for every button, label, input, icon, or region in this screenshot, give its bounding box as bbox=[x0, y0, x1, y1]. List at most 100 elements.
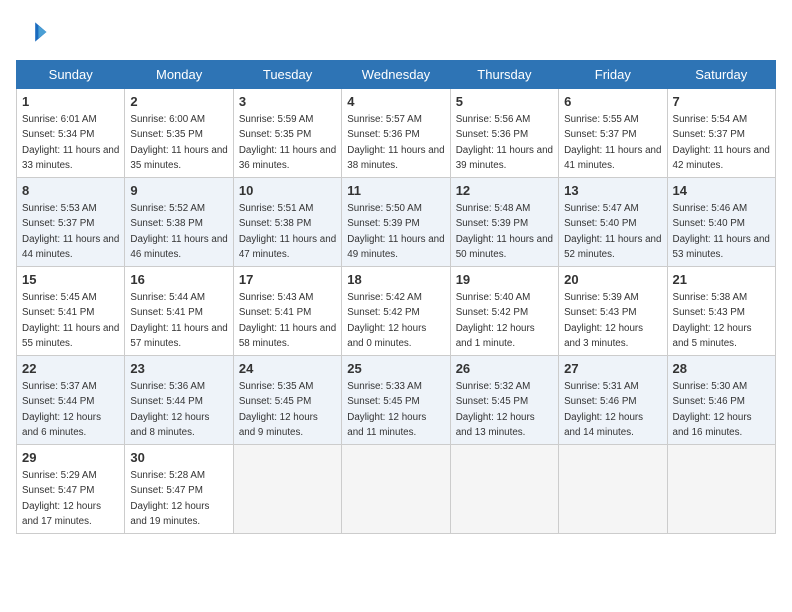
day-info: Sunrise: 5:39 AMSunset: 5:43 PMDaylight:… bbox=[564, 292, 643, 349]
header-sunday: Sunday bbox=[17, 61, 125, 89]
page-header bbox=[16, 16, 776, 48]
header-tuesday: Tuesday bbox=[233, 61, 341, 89]
day-info: Sunrise: 5:38 AMSunset: 5:43 PMDaylight:… bbox=[673, 292, 752, 349]
header-thursday: Thursday bbox=[450, 61, 558, 89]
calendar-day: 12 Sunrise: 5:48 AMSunset: 5:39 PMDayligh… bbox=[450, 178, 558, 267]
day-info: Sunrise: 5:29 AMSunset: 5:47 PMDaylight:… bbox=[22, 470, 101, 527]
day-number: 11 bbox=[347, 182, 444, 200]
day-number: 2 bbox=[130, 93, 227, 111]
calendar-day: 11 Sunrise: 5:50 AMSunset: 5:39 PMDayligh… bbox=[342, 178, 450, 267]
day-number: 10 bbox=[239, 182, 336, 200]
day-info: Sunrise: 5:44 AMSunset: 5:41 PMDaylight:… bbox=[130, 292, 227, 349]
day-info: Sunrise: 5:57 AMSunset: 5:36 PMDaylight:… bbox=[347, 114, 444, 171]
logo-icon bbox=[16, 16, 48, 48]
calendar-day: 9 Sunrise: 5:52 AMSunset: 5:38 PMDaylight… bbox=[125, 178, 233, 267]
day-number: 5 bbox=[456, 93, 553, 111]
header-monday: Monday bbox=[125, 61, 233, 89]
calendar-day bbox=[559, 445, 667, 534]
day-info: Sunrise: 5:47 AMSunset: 5:40 PMDaylight:… bbox=[564, 203, 661, 260]
calendar-day: 3 Sunrise: 5:59 AMSunset: 5:35 PMDaylight… bbox=[233, 89, 341, 178]
day-number: 27 bbox=[564, 360, 661, 378]
calendar-day: 16 Sunrise: 5:44 AMSunset: 5:41 PMDayligh… bbox=[125, 267, 233, 356]
day-info: Sunrise: 5:48 AMSunset: 5:39 PMDaylight:… bbox=[456, 203, 553, 260]
day-info: Sunrise: 5:54 AMSunset: 5:37 PMDaylight:… bbox=[673, 114, 770, 171]
calendar-week-row: 29 Sunrise: 5:29 AMSunset: 5:47 PMDayligh… bbox=[17, 445, 776, 534]
calendar-table: SundayMondayTuesdayWednesdayThursdayFrid… bbox=[16, 60, 776, 534]
day-info: Sunrise: 5:46 AMSunset: 5:40 PMDaylight:… bbox=[673, 203, 770, 260]
day-number: 7 bbox=[673, 93, 770, 111]
day-number: 30 bbox=[130, 449, 227, 467]
day-info: Sunrise: 5:45 AMSunset: 5:41 PMDaylight:… bbox=[22, 292, 119, 349]
header-friday: Friday bbox=[559, 61, 667, 89]
day-info: Sunrise: 5:52 AMSunset: 5:38 PMDaylight:… bbox=[130, 203, 227, 260]
day-info: Sunrise: 6:01 AMSunset: 5:34 PMDaylight:… bbox=[22, 114, 119, 171]
calendar-day: 5 Sunrise: 5:56 AMSunset: 5:36 PMDaylight… bbox=[450, 89, 558, 178]
day-number: 8 bbox=[22, 182, 119, 200]
day-info: Sunrise: 5:37 AMSunset: 5:44 PMDaylight:… bbox=[22, 381, 101, 438]
calendar-day: 6 Sunrise: 5:55 AMSunset: 5:37 PMDaylight… bbox=[559, 89, 667, 178]
calendar-day: 2 Sunrise: 6:00 AMSunset: 5:35 PMDaylight… bbox=[125, 89, 233, 178]
calendar-day bbox=[667, 445, 775, 534]
day-number: 24 bbox=[239, 360, 336, 378]
calendar-day bbox=[342, 445, 450, 534]
calendar-day: 14 Sunrise: 5:46 AMSunset: 5:40 PMDayligh… bbox=[667, 178, 775, 267]
day-info: Sunrise: 5:33 AMSunset: 5:45 PMDaylight:… bbox=[347, 381, 426, 438]
calendar-day: 13 Sunrise: 5:47 AMSunset: 5:40 PMDayligh… bbox=[559, 178, 667, 267]
day-number: 19 bbox=[456, 271, 553, 289]
calendar-week-row: 8 Sunrise: 5:53 AMSunset: 5:37 PMDaylight… bbox=[17, 178, 776, 267]
day-number: 16 bbox=[130, 271, 227, 289]
calendar-week-row: 22 Sunrise: 5:37 AMSunset: 5:44 PMDayligh… bbox=[17, 356, 776, 445]
day-info: Sunrise: 5:32 AMSunset: 5:45 PMDaylight:… bbox=[456, 381, 535, 438]
day-info: Sunrise: 5:53 AMSunset: 5:37 PMDaylight:… bbox=[22, 203, 119, 260]
day-info: Sunrise: 5:28 AMSunset: 5:47 PMDaylight:… bbox=[130, 470, 209, 527]
day-info: Sunrise: 5:59 AMSunset: 5:35 PMDaylight:… bbox=[239, 114, 336, 171]
day-info: Sunrise: 5:50 AMSunset: 5:39 PMDaylight:… bbox=[347, 203, 444, 260]
day-number: 21 bbox=[673, 271, 770, 289]
day-number: 3 bbox=[239, 93, 336, 111]
calendar-day bbox=[450, 445, 558, 534]
day-info: Sunrise: 5:43 AMSunset: 5:41 PMDaylight:… bbox=[239, 292, 336, 349]
calendar-day: 25Sunrise: 5:33 AMSunset: 5:45 PMDayligh… bbox=[342, 356, 450, 445]
calendar-header-row: SundayMondayTuesdayWednesdayThursdayFrid… bbox=[17, 61, 776, 89]
calendar-day: 30 Sunrise: 5:28 AMSunset: 5:47 PMDayligh… bbox=[125, 445, 233, 534]
day-number: 9 bbox=[130, 182, 227, 200]
calendar-day: 22 Sunrise: 5:37 AMSunset: 5:44 PMDayligh… bbox=[17, 356, 125, 445]
day-info: Sunrise: 5:40 AMSunset: 5:42 PMDaylight:… bbox=[456, 292, 535, 349]
day-number: 17 bbox=[239, 271, 336, 289]
day-info: Sunrise: 5:35 AMSunset: 5:45 PMDaylight:… bbox=[239, 381, 318, 438]
calendar-week-row: 15 Sunrise: 5:45 AMSunset: 5:41 PMDayligh… bbox=[17, 267, 776, 356]
calendar-day: 4Sunrise: 5:57 AMSunset: 5:36 PMDaylight… bbox=[342, 89, 450, 178]
header-saturday: Saturday bbox=[667, 61, 775, 89]
day-number: 14 bbox=[673, 182, 770, 200]
day-number: 18 bbox=[347, 271, 444, 289]
day-info: Sunrise: 5:36 AMSunset: 5:44 PMDaylight:… bbox=[130, 381, 209, 438]
calendar-day: 1Sunrise: 6:01 AMSunset: 5:34 PMDaylight… bbox=[17, 89, 125, 178]
day-info: Sunrise: 5:30 AMSunset: 5:46 PMDaylight:… bbox=[673, 381, 752, 438]
day-info: Sunrise: 5:51 AMSunset: 5:38 PMDaylight:… bbox=[239, 203, 336, 260]
calendar-day: 19 Sunrise: 5:40 AMSunset: 5:42 PMDayligh… bbox=[450, 267, 558, 356]
logo bbox=[16, 16, 52, 48]
day-number: 20 bbox=[564, 271, 661, 289]
calendar-day: 10 Sunrise: 5:51 AMSunset: 5:38 PMDayligh… bbox=[233, 178, 341, 267]
day-info: Sunrise: 5:56 AMSunset: 5:36 PMDaylight:… bbox=[456, 114, 553, 171]
day-number: 28 bbox=[673, 360, 770, 378]
day-number: 13 bbox=[564, 182, 661, 200]
calendar-day bbox=[233, 445, 341, 534]
day-number: 6 bbox=[564, 93, 661, 111]
header-wednesday: Wednesday bbox=[342, 61, 450, 89]
calendar-week-row: 1Sunrise: 6:01 AMSunset: 5:34 PMDaylight… bbox=[17, 89, 776, 178]
calendar-day: 17 Sunrise: 5:43 AMSunset: 5:41 PMDayligh… bbox=[233, 267, 341, 356]
calendar-day: 23 Sunrise: 5:36 AMSunset: 5:44 PMDayligh… bbox=[125, 356, 233, 445]
calendar-day: 15 Sunrise: 5:45 AMSunset: 5:41 PMDayligh… bbox=[17, 267, 125, 356]
day-number: 23 bbox=[130, 360, 227, 378]
day-number: 15 bbox=[22, 271, 119, 289]
day-number: 12 bbox=[456, 182, 553, 200]
calendar-day: 21 Sunrise: 5:38 AMSunset: 5:43 PMDayligh… bbox=[667, 267, 775, 356]
day-info: Sunrise: 5:55 AMSunset: 5:37 PMDaylight:… bbox=[564, 114, 661, 171]
day-number: 22 bbox=[22, 360, 119, 378]
calendar-day: 7 Sunrise: 5:54 AMSunset: 5:37 PMDaylight… bbox=[667, 89, 775, 178]
day-info: Sunrise: 6:00 AMSunset: 5:35 PMDaylight:… bbox=[130, 114, 227, 171]
calendar-day: 28 Sunrise: 5:30 AMSunset: 5:46 PMDayligh… bbox=[667, 356, 775, 445]
day-number: 26 bbox=[456, 360, 553, 378]
day-number: 29 bbox=[22, 449, 119, 467]
